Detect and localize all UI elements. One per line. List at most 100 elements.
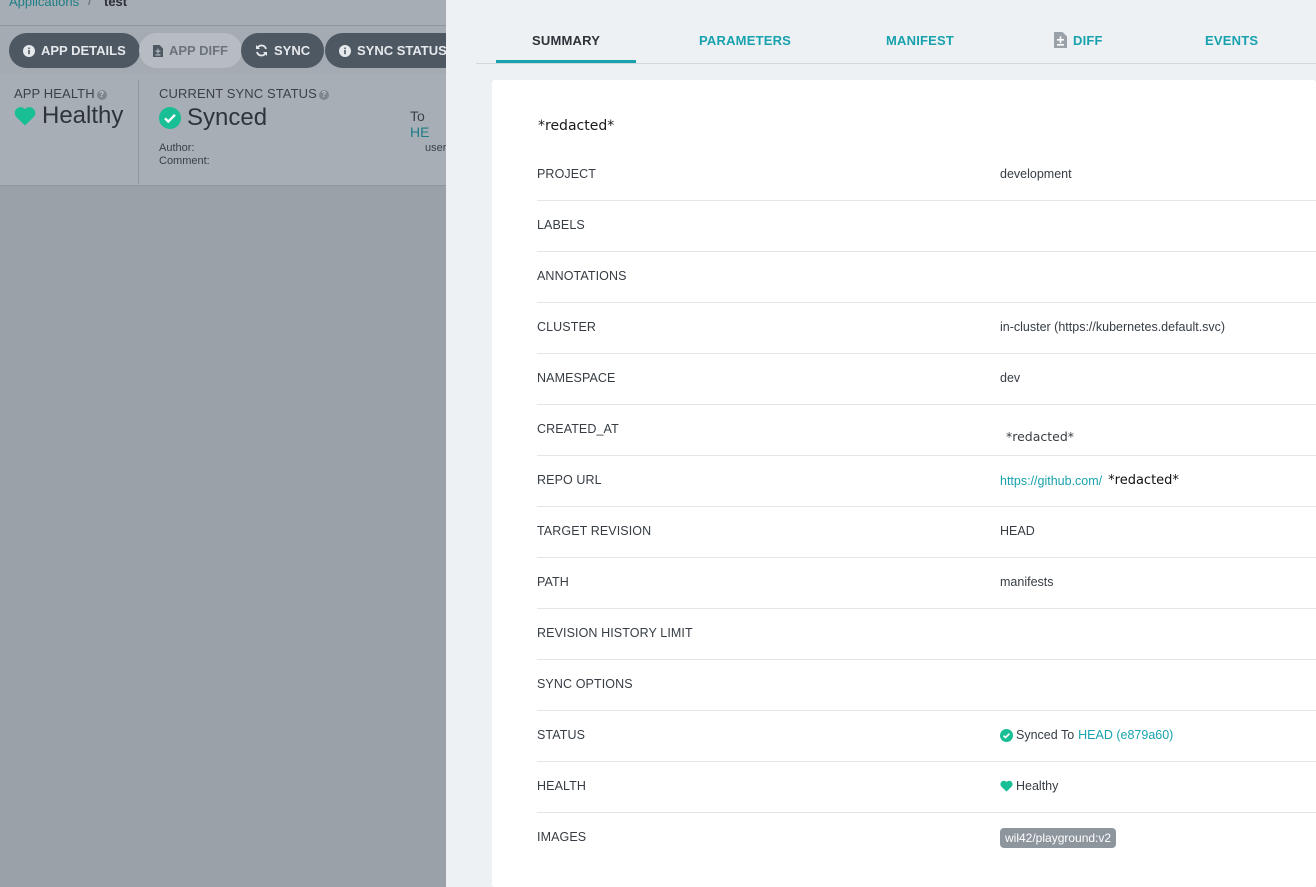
row-sync-options: SYNC OPTIONS <box>537 660 1316 711</box>
comment-label: Comment: <box>159 155 210 167</box>
created-at-value: *redacted* <box>1006 429 1075 444</box>
image-chip: wil42/playground:v2 <box>1000 828 1117 848</box>
annotations-key: ANNOTATIONS <box>537 269 627 283</box>
tab-divider <box>476 63 1316 64</box>
sync-status-label: SYNC STATUS <box>357 43 446 58</box>
info-icon <box>23 44 35 57</box>
row-status: STATUS Synced To HEAD (e879a60) <box>537 711 1316 762</box>
created-at-key: CREATED_AT <box>537 422 619 436</box>
row-cluster: CLUSTER in-cluster (https://kubernetes.d… <box>537 303 1316 354</box>
repo-url-redacted: *redacted* <box>1108 473 1179 488</box>
health-text: Healthy <box>1016 779 1059 793</box>
repo-url-key: REPO URL <box>537 473 602 487</box>
author-value: user <box>425 142 446 154</box>
summary-card: *redacted* PROJECT development LABELS AN… <box>492 80 1316 887</box>
project-link[interactable]: development <box>1000 167 1072 181</box>
cluster-key: CLUSTER <box>537 320 597 334</box>
tab-summary-label: SUMMARY <box>532 33 601 48</box>
namespace-value: dev <box>1000 371 1021 385</box>
breadcrumb-applications-link[interactable]: Applications <box>9 0 79 9</box>
sync-target: To HE <box>410 108 446 140</box>
target-revision-link[interactable]: HE <box>410 124 429 140</box>
health-value: Healthy <box>1000 779 1058 793</box>
active-tab-indicator <box>496 60 637 63</box>
cluster-value: in-cluster (https://kubernetes.default.s… <box>1000 320 1226 334</box>
app-diff-label: APP DIFF <box>169 43 228 58</box>
app-action-bar: APP DETAILS APP DIFF SYNC SYNC STATUS <box>0 26 446 74</box>
row-images: IMAGES wil42/playground:v2 <box>537 813 1316 864</box>
tab-summary[interactable]: SUMMARY <box>496 33 637 63</box>
tab-parameters-label: PARAMETERS <box>699 33 792 48</box>
status-key: STATUS <box>537 728 586 742</box>
sync-status-value: Synced <box>159 104 267 132</box>
heart-icon <box>1000 780 1013 792</box>
row-revision-history-limit: REVISION HISTORY LIMIT <box>537 609 1316 660</box>
heart-icon <box>14 106 36 126</box>
app-page-background: Applications / test APP DETAILS APP DIFF… <box>0 0 446 887</box>
help-icon[interactable]: ? <box>96 90 107 100</box>
tab-parameters[interactable]: PARAMETERS <box>699 33 791 48</box>
app-diff-button[interactable]: APP DIFF <box>139 33 242 68</box>
tab-bar: SUMMARY PARAMETERS MANIFEST DIFF EVENTS <box>446 0 1316 64</box>
app-details-label: APP DETAILS <box>41 43 126 58</box>
target-revision-key: TARGET REVISION <box>537 524 652 538</box>
tab-diff[interactable]: DIFF <box>1054 31 1103 48</box>
sync-status-button[interactable]: SYNC STATUS <box>325 33 446 68</box>
app-details-button[interactable]: APP DETAILS <box>9 33 140 68</box>
images-key: IMAGES <box>537 830 587 844</box>
app-health-value: Healthy <box>14 102 123 130</box>
sync-status-heading: CURRENT SYNC STATUS? <box>159 86 329 101</box>
app-name: *redacted* <box>538 118 615 134</box>
status-text: Synced To <box>1016 728 1075 742</box>
app-details-panel: SUMMARY PARAMETERS MANIFEST DIFF EVENTS … <box>446 0 1316 887</box>
images-value: wil42/playground:v2 <box>1000 828 1117 848</box>
app-health-heading: APP HEALTH? <box>14 86 107 101</box>
check-circle-icon <box>159 107 181 129</box>
labels-key: LABELS <box>537 218 585 232</box>
tab-manifest[interactable]: MANIFEST <box>886 33 954 48</box>
row-annotations: ANNOTATIONS <box>537 252 1316 303</box>
repo-url-value: https://github.com/ *redacted* <box>1000 473 1179 488</box>
tab-diff-label: DIFF <box>1073 33 1103 48</box>
app-health-label: APP HEALTH <box>14 86 95 101</box>
revision-history-limit-key: REVISION HISTORY LIMIT <box>537 626 693 640</box>
target-revision-link[interactable]: HEAD <box>1000 524 1035 538</box>
status-value: Synced To HEAD (e879a60) <box>1000 728 1173 742</box>
info-icon <box>339 44 351 57</box>
row-labels: LABELS <box>537 201 1316 252</box>
tab-events-label: EVENTS <box>1205 33 1259 48</box>
breadcrumb-current: test <box>104 0 128 9</box>
file-diff-icon <box>1054 31 1067 48</box>
author-label: Author: <box>159 142 195 154</box>
sync-status-heading-label: CURRENT SYNC STATUS <box>159 86 317 101</box>
row-project: PROJECT development <box>537 150 1316 201</box>
repo-url-link[interactable]: https://github.com/ <box>1000 474 1102 488</box>
file-diff-icon <box>153 44 163 57</box>
synced-text: Synced <box>187 104 268 131</box>
row-path: PATH manifests <box>537 558 1316 609</box>
path-key: PATH <box>537 575 569 589</box>
tab-manifest-label: MANIFEST <box>886 33 955 48</box>
health-key: HEALTH <box>537 779 586 793</box>
status-panel: APP HEALTH? Healthy CURRENT SYNC STATUS?… <box>0 74 446 186</box>
path-value: manifests <box>1000 575 1054 589</box>
sync-options-key: SYNC OPTIONS <box>537 677 633 691</box>
tab-events[interactable]: EVENTS <box>1205 33 1258 48</box>
sync-button[interactable]: SYNC <box>241 33 325 68</box>
project-key: PROJECT <box>537 167 597 181</box>
to-label: To <box>410 108 425 124</box>
sync-icon <box>255 44 268 57</box>
status-revision-link[interactable]: HEAD (e879a60) <box>1078 728 1173 742</box>
top-bar: Applications / test <box>0 0 446 26</box>
help-icon[interactable]: ? <box>318 90 329 100</box>
sync-label: SYNC <box>274 43 311 58</box>
row-namespace: NAMESPACE dev <box>537 354 1316 405</box>
row-target-revision: TARGET REVISION HEAD <box>537 507 1316 558</box>
row-health: HEALTH Healthy <box>537 762 1316 813</box>
breadcrumb-separator: / <box>88 0 93 9</box>
check-circle-icon <box>1000 728 1013 742</box>
divider <box>138 80 139 184</box>
namespace-key: NAMESPACE <box>537 371 616 385</box>
row-repo-url: REPO URL https://github.com/ *redacted* <box>537 456 1316 507</box>
health-text: Healthy <box>42 102 124 129</box>
